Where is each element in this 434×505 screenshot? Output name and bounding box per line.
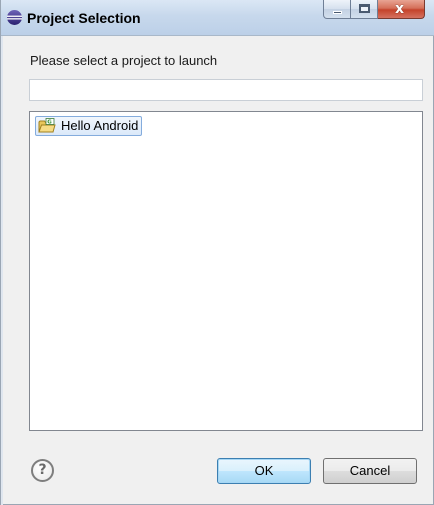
list-item-label: Hello Android	[61, 118, 139, 133]
minimize-button[interactable]	[323, 0, 351, 19]
maximize-icon	[359, 4, 370, 13]
minimize-icon	[333, 11, 342, 14]
android-project-icon: G	[38, 118, 56, 133]
title-bar[interactable]: Project Selection x	[1, 0, 434, 36]
filter-input[interactable]	[29, 79, 423, 101]
ok-button[interactable]: OK	[217, 458, 311, 484]
close-button[interactable]: x	[378, 0, 425, 19]
maximize-button[interactable]	[351, 0, 378, 19]
cancel-button[interactable]: Cancel	[323, 458, 417, 484]
project-list[interactable]: G Hello Android	[29, 111, 423, 431]
eclipse-icon	[7, 10, 22, 25]
window-frame-edge	[1, 36, 3, 505]
instruction-label: Please select a project to launch	[30, 53, 218, 68]
help-button[interactable]: ?	[31, 459, 54, 482]
svg-text:G: G	[47, 120, 52, 126]
dialog-title: Project Selection	[27, 10, 141, 26]
close-icon: x	[395, 1, 405, 17]
project-selection-dialog: Project Selection x Please select a proj…	[0, 0, 434, 505]
help-icon: ?	[38, 462, 47, 478]
window-controls: x	[323, 0, 425, 22]
list-item-hello-android[interactable]: G Hello Android	[35, 116, 143, 136]
